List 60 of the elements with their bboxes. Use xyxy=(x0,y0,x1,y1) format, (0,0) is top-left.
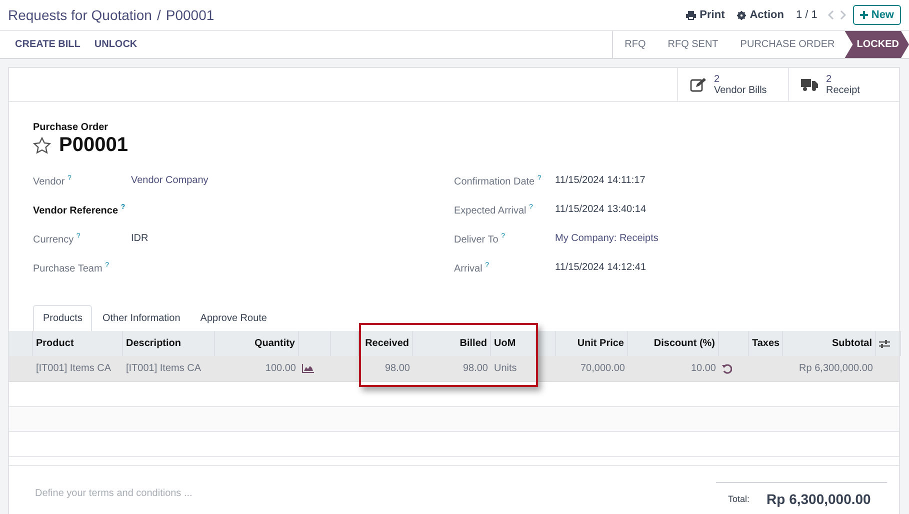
field-value: IDR xyxy=(131,233,148,244)
table-cell: 98.00 xyxy=(384,363,410,374)
field-label: Deliver To $^{?}$ xyxy=(454,233,506,246)
print-button[interactable]: Print xyxy=(686,9,725,21)
field-label: Expected Arrival $^{?}$ xyxy=(454,204,534,216)
settings-icon[interactable] xyxy=(879,338,890,348)
form-subtitle: Purchase Order xyxy=(33,122,110,133)
column-header[interactable]: UoM xyxy=(494,338,516,349)
field-label: Arrival $^{?}$ xyxy=(454,262,490,274)
table-cell: 10.00 xyxy=(690,363,716,374)
column-header[interactable]: Billed xyxy=(460,338,487,349)
action-button[interactable]: CREATE BILL xyxy=(8,31,88,58)
printer-icon xyxy=(686,10,696,20)
column-header[interactable]: Subtotal xyxy=(832,338,872,349)
chart-icon[interactable] xyxy=(302,364,314,373)
column-header[interactable]: Unit Price xyxy=(577,338,624,349)
field-value: 11/15/2024 13:40:14 xyxy=(555,204,646,215)
column-header[interactable]: Received xyxy=(365,338,409,349)
table-cell: [IT001] Items CA xyxy=(126,363,202,374)
field-label: Vendor Reference $^{?}$ xyxy=(33,204,126,216)
table-cell: 98.00 xyxy=(462,363,488,374)
field-value[interactable]: My Company: Receipts xyxy=(555,233,658,244)
total-label: Total: xyxy=(728,494,750,504)
field-label: Purchase Team $^{?}$ xyxy=(33,262,110,274)
table-cell: Rp 6,300,000.00 xyxy=(799,363,873,374)
reset-icon[interactable] xyxy=(722,364,732,374)
field-label: Confirmation Date $^{?}$ xyxy=(454,175,542,188)
field-value[interactable]: Vendor Company xyxy=(131,175,208,186)
table-cell: 70,000.00 xyxy=(580,363,625,374)
tab[interactable]: Products xyxy=(33,305,92,332)
breadcrumb-link[interactable]: Requests for Quotation xyxy=(8,7,152,23)
breadcrumb-separator: / xyxy=(156,7,161,23)
field-label: Vendor $^{?}$ xyxy=(33,175,72,188)
gear-icon xyxy=(736,10,746,20)
new-button[interactable]: New xyxy=(853,5,901,25)
edit-icon xyxy=(690,78,706,92)
truck-icon xyxy=(801,78,818,91)
table-row[interactable]: [IT001] Items CA [IT001] Items CA 100.00 98.00 98.00 Units 70,000.00 10.00 Rp 6,300,000.00 xyxy=(9,356,899,382)
total-amount: Rp 6,300,000.00 xyxy=(766,491,871,507)
field-value: 11/15/2024 14:11:17 xyxy=(555,175,646,186)
column-header[interactable]: Quantity xyxy=(254,338,295,349)
record-name: P00001 xyxy=(59,134,128,157)
action-button[interactable]: Action xyxy=(736,9,784,21)
pager: 1 / 1 xyxy=(796,9,818,21)
table-cell: Units xyxy=(494,363,517,374)
status-stage[interactable]: LOCKED xyxy=(844,31,909,58)
plus-icon xyxy=(860,11,868,19)
action-button[interactable]: UNLOCK xyxy=(87,31,144,58)
column-header[interactable]: Description xyxy=(126,338,182,349)
star-icon[interactable] xyxy=(33,137,51,154)
tab[interactable]: Approve Route xyxy=(190,305,277,332)
column-header[interactable]: Product xyxy=(36,338,74,349)
column-header[interactable]: Taxes xyxy=(752,338,780,349)
field-value: 11/15/2024 14:12:41 xyxy=(555,262,646,273)
column-header[interactable]: Discount (%) xyxy=(654,338,715,349)
table-cell: [IT001] Items CA xyxy=(36,363,112,374)
field-label: Currency $^{?}$ xyxy=(33,233,82,246)
record-title: P00001 xyxy=(166,7,214,23)
tab[interactable]: Other Information xyxy=(92,305,190,332)
table-cell: 100.00 xyxy=(265,363,296,374)
